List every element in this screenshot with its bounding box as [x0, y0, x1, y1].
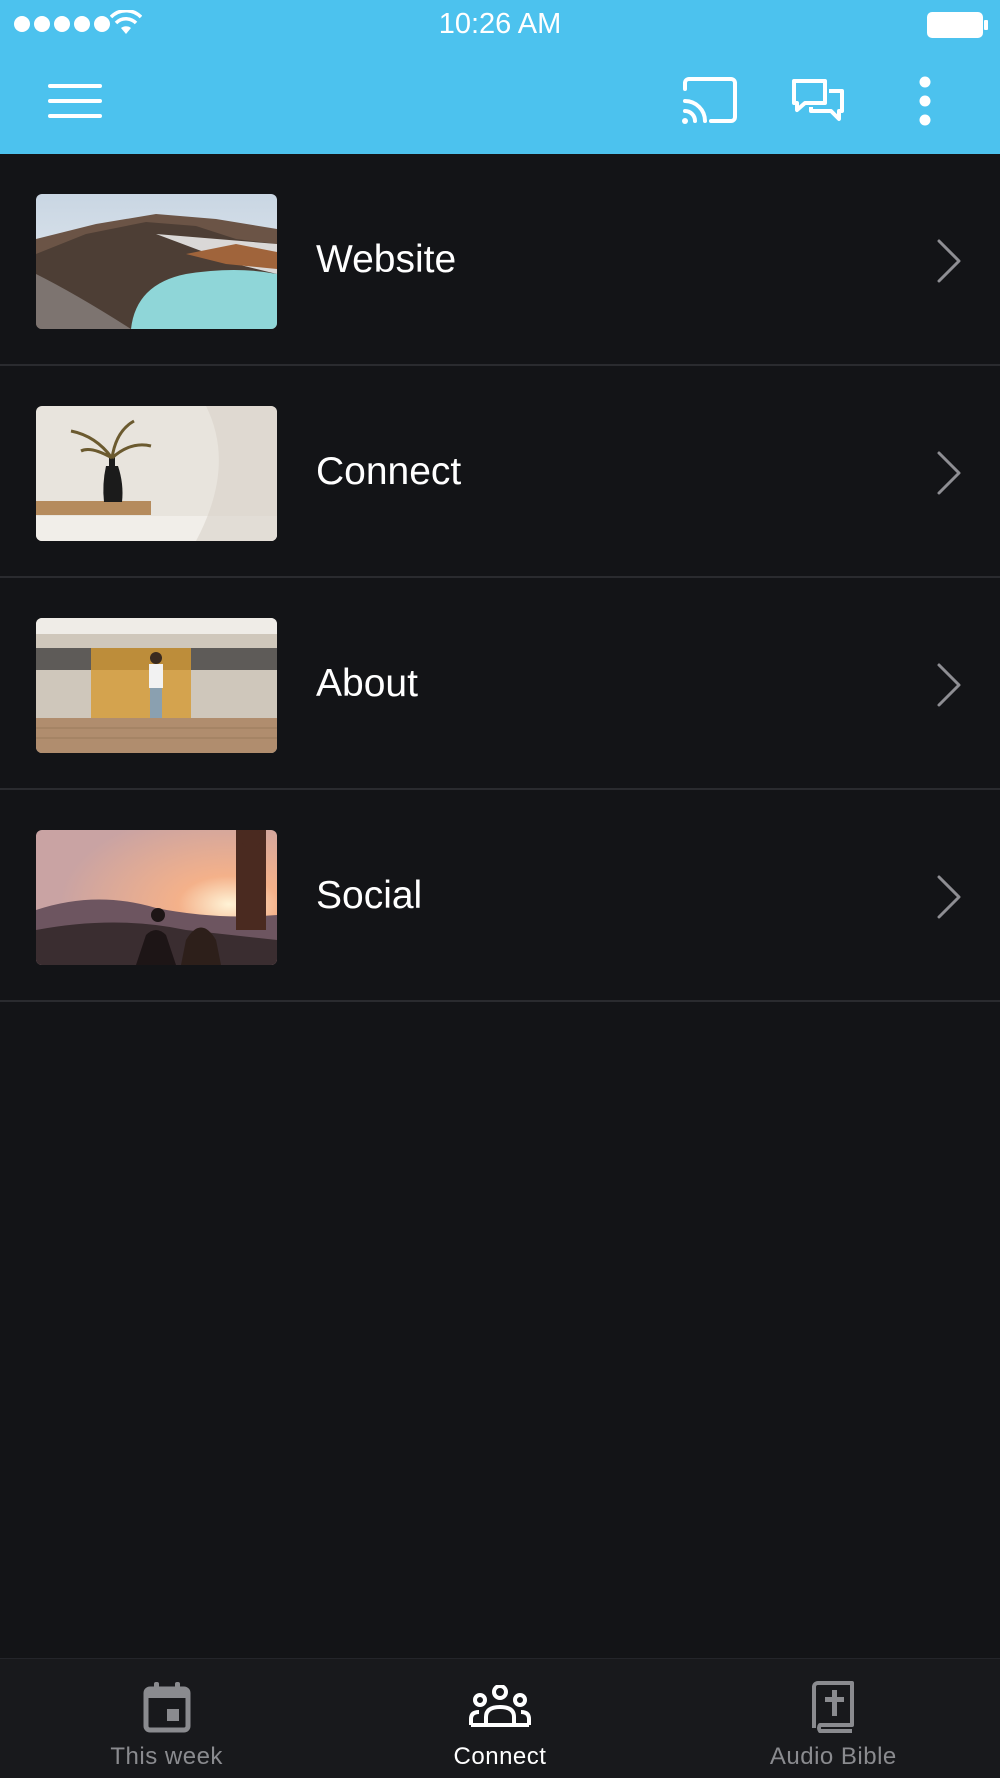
- cast-icon: [682, 77, 737, 124]
- list-item-about[interactable]: About: [0, 578, 1000, 790]
- calendar-icon: [143, 1682, 191, 1733]
- tab-audio-bible[interactable]: Audio Bible: [667, 1659, 1000, 1778]
- list-item-label: Social: [316, 874, 423, 917]
- list-item-social[interactable]: Social: [0, 790, 1000, 1002]
- list-item-connect[interactable]: Connect: [0, 366, 1000, 578]
- chevron-right-icon: [937, 451, 961, 495]
- chat-icon: [792, 79, 844, 121]
- vase-plant-image: [36, 406, 277, 541]
- bottom-tab-bar: This week Connect Audio Bible: [0, 1658, 1000, 1778]
- connect-list: Website Connect About Social: [0, 154, 1000, 1002]
- tab-connect[interactable]: Connect: [333, 1659, 666, 1778]
- chat-button[interactable]: [780, 70, 856, 132]
- tab-label: This week: [110, 1743, 223, 1770]
- train-platform-image: [36, 618, 277, 753]
- more-vertical-icon: [919, 76, 931, 126]
- list-item-label: Connect: [316, 450, 462, 493]
- sunset-people-image: [36, 830, 277, 965]
- status-bar: 10:26 AM: [0, 0, 1000, 50]
- people-group-icon: [468, 1685, 531, 1727]
- cast-button[interactable]: [672, 70, 748, 132]
- chevron-right-icon: [937, 239, 961, 283]
- menu-icon: [48, 84, 102, 118]
- bible-icon: [812, 1681, 855, 1733]
- chevron-right-icon: [937, 663, 961, 707]
- status-time: 10:26 AM: [438, 8, 562, 40]
- tab-label: Audio Bible: [769, 1743, 897, 1770]
- chevron-right-icon: [937, 875, 961, 919]
- tab-this-week[interactable]: This week: [0, 1659, 333, 1778]
- more-options-button[interactable]: [900, 70, 950, 132]
- battery-icon: [927, 12, 988, 38]
- crater-lake-image: [36, 194, 277, 329]
- list-item-website[interactable]: Website: [0, 154, 1000, 366]
- app-bar: [0, 50, 1000, 154]
- menu-button[interactable]: [40, 70, 112, 132]
- tab-label: Connect: [453, 1743, 547, 1770]
- list-item-label: About: [316, 662, 418, 705]
- list-item-label: Website: [316, 238, 457, 281]
